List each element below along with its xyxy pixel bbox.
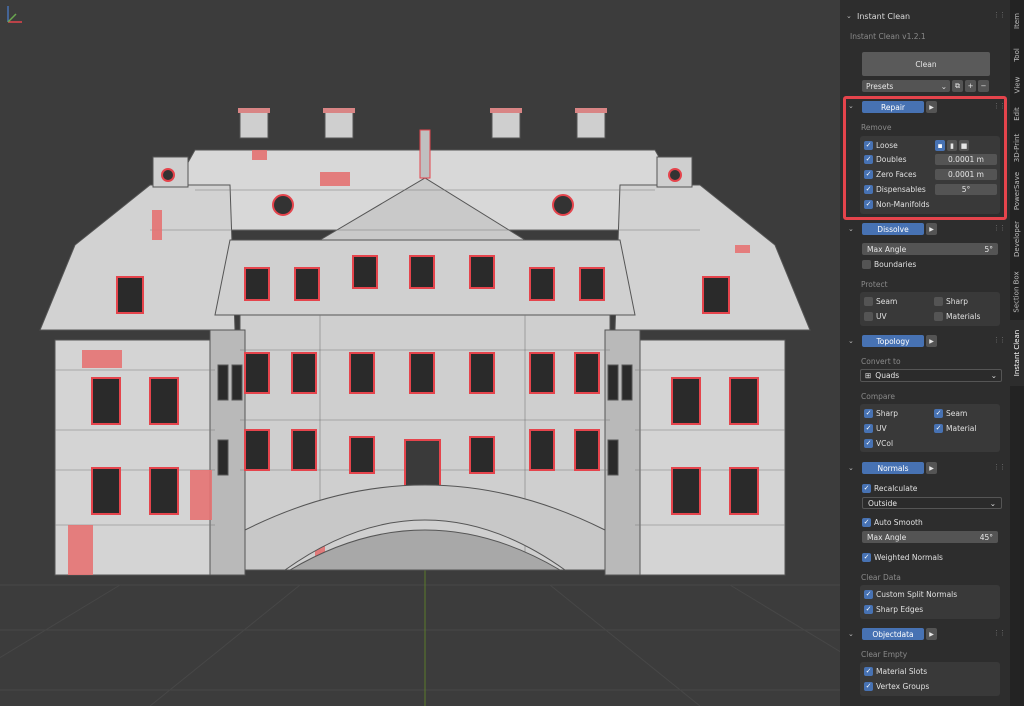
normals-direction-dropdown[interactable]: Outside ⌄ (862, 497, 1002, 509)
objectdata-caret-icon[interactable]: ⌄ (848, 630, 854, 638)
compare-material-checkbox[interactable]: ✓ (934, 424, 943, 433)
chevron-down-icon: ⌄ (989, 498, 996, 508)
objectdata-run-icon[interactable]: ▶ (926, 628, 937, 640)
normals-max-angle-field[interactable]: Max Angle 45° (862, 531, 998, 543)
preset-add-icon[interactable]: + (965, 80, 976, 92)
topology-button[interactable]: Topology (862, 335, 924, 347)
sharp-edges-checkbox[interactable]: ✓ (864, 605, 873, 614)
dissolve-max-angle-field[interactable]: Max Angle 5° (862, 243, 998, 255)
max-angle-label: Max Angle (867, 532, 907, 542)
max-angle-label: Max Angle (867, 244, 907, 254)
tab-developer[interactable]: Developer (1010, 214, 1024, 264)
clear-empty-label: Clear Empty (861, 650, 908, 659)
dissolve-run-icon[interactable]: ▶ (926, 223, 937, 235)
protect-uv-checkbox[interactable]: ✓ (864, 312, 873, 321)
3d-viewport[interactable] (0, 0, 840, 706)
drag-handle-icon[interactable]: ⋮⋮ (993, 463, 1006, 471)
drag-handle-icon[interactable]: ⋮⋮ (993, 224, 1006, 232)
compare-uv-checkbox[interactable]: ✓ (864, 424, 873, 433)
chevron-down-icon: ⌄ (940, 81, 947, 91)
floor-grid (0, 560, 840, 706)
clear-data-label: Clear Data (861, 573, 901, 582)
normals-direction-value: Outside (868, 498, 897, 508)
protect-materials-label: Materials (946, 312, 981, 321)
vertex-groups-label: Vertex Groups (876, 682, 930, 691)
tab-section-box[interactable]: Section Box (1010, 264, 1024, 320)
drag-handle-icon[interactable]: ⋮⋮ (993, 336, 1006, 344)
compare-vcol-checkbox[interactable]: ✓ (864, 439, 873, 448)
material-slots-checkbox[interactable]: ✓ (864, 667, 873, 676)
compare-material-label: Material (946, 424, 977, 433)
topology-caret-icon[interactable]: ⌄ (848, 337, 854, 345)
quads-icon: ⊞ (865, 371, 872, 380)
presets-dropdown[interactable]: Presets ⌄ (862, 80, 950, 92)
protect-sharp-checkbox[interactable]: ✓ (934, 297, 943, 306)
compare-sharp-checkbox[interactable]: ✓ (864, 409, 873, 418)
tab-instant-clean[interactable]: Instant Clean (1010, 320, 1024, 386)
recalculate-checkbox[interactable]: ✓ (862, 484, 871, 493)
preset-remove-icon[interactable]: − (978, 80, 989, 92)
boundaries-label: Boundaries (874, 260, 917, 269)
tab-powersave[interactable]: PowerSave (1010, 168, 1024, 214)
version-label: Instant Clean v1.2.1 (850, 32, 926, 41)
chevron-down-icon: ⌄ (990, 371, 997, 380)
normals-run-icon[interactable]: ▶ (926, 462, 937, 474)
protect-sharp-label: Sharp (946, 297, 968, 306)
objectdata-button[interactable]: Objectdata (862, 628, 924, 640)
max-angle-value: 45° (979, 532, 993, 542)
auto-smooth-label: Auto Smooth (874, 518, 923, 527)
weighted-normals-checkbox[interactable]: ✓ (862, 553, 871, 562)
sharp-edges-label: Sharp Edges (876, 605, 924, 614)
building-model (0, 108, 840, 706)
panel-title: Instant Clean (857, 12, 911, 21)
compare-label: Compare (861, 392, 896, 401)
recalculate-label: Recalculate (874, 484, 918, 493)
clean-button[interactable]: Clean (862, 52, 990, 76)
dissolve-caret-icon[interactable]: ⌄ (848, 225, 854, 233)
compare-uv-label: UV (876, 424, 887, 433)
protect-seam-label: Seam (876, 297, 898, 306)
convert-to-dropdown[interactable]: ⊞ Quads ⌄ (860, 369, 1002, 382)
sidebar-tabs: Item Tool View Edit 3D-Print PowerSave D… (1010, 0, 1024, 706)
vertex-groups-checkbox[interactable]: ✓ (864, 682, 873, 691)
custom-split-normals-label: Custom Split Normals (876, 590, 958, 599)
tab-3d-print[interactable]: 3D-Print (1010, 128, 1024, 168)
auto-smooth-checkbox[interactable]: ✓ (862, 518, 871, 527)
material-slots-label: Material Slots (876, 667, 928, 676)
tab-edit[interactable]: Edit (1010, 100, 1024, 128)
repair-highlight-frame (843, 96, 1007, 220)
protect-uv-label: UV (876, 312, 887, 321)
boundaries-checkbox[interactable]: ✓ (862, 260, 871, 269)
normals-button[interactable]: Normals (862, 462, 924, 474)
protect-label: Protect (861, 280, 888, 289)
convert-to-label: Convert to (861, 357, 901, 366)
tab-item[interactable]: Item (1010, 2, 1024, 40)
presets-label: Presets (866, 81, 894, 91)
convert-to-value: Quads (875, 371, 900, 380)
tab-tool[interactable]: Tool (1010, 40, 1024, 70)
blender-window: ⌄ Instant Clean ⋮⋮ Instant Clean v1.2.1 … (0, 0, 1024, 706)
protect-materials-checkbox[interactable]: ✓ (934, 312, 943, 321)
weighted-normals-label: Weighted Normals (874, 553, 943, 562)
protect-seam-checkbox[interactable]: ✓ (864, 297, 873, 306)
compare-seam-label: Seam (946, 409, 968, 418)
axis-gizmo-icon[interactable] (0, 0, 30, 30)
compare-seam-checkbox[interactable]: ✓ (934, 409, 943, 418)
tab-view[interactable]: View (1010, 70, 1024, 100)
compare-vcol-label: VCol (876, 439, 894, 448)
preset-copy-icon[interactable]: ⧉ (952, 80, 963, 92)
collapse-caret-icon[interactable]: ⌄ (846, 11, 852, 20)
dissolve-button[interactable]: Dissolve (862, 223, 924, 235)
drag-handle-icon[interactable]: ⋮⋮ (993, 11, 1006, 19)
drag-handle-icon[interactable]: ⋮⋮ (993, 629, 1006, 637)
compare-sharp-label: Sharp (876, 409, 898, 418)
max-angle-value: 5° (984, 244, 993, 254)
normals-caret-icon[interactable]: ⌄ (848, 464, 854, 472)
topology-run-icon[interactable]: ▶ (926, 335, 937, 347)
custom-split-normals-checkbox[interactable]: ✓ (864, 590, 873, 599)
